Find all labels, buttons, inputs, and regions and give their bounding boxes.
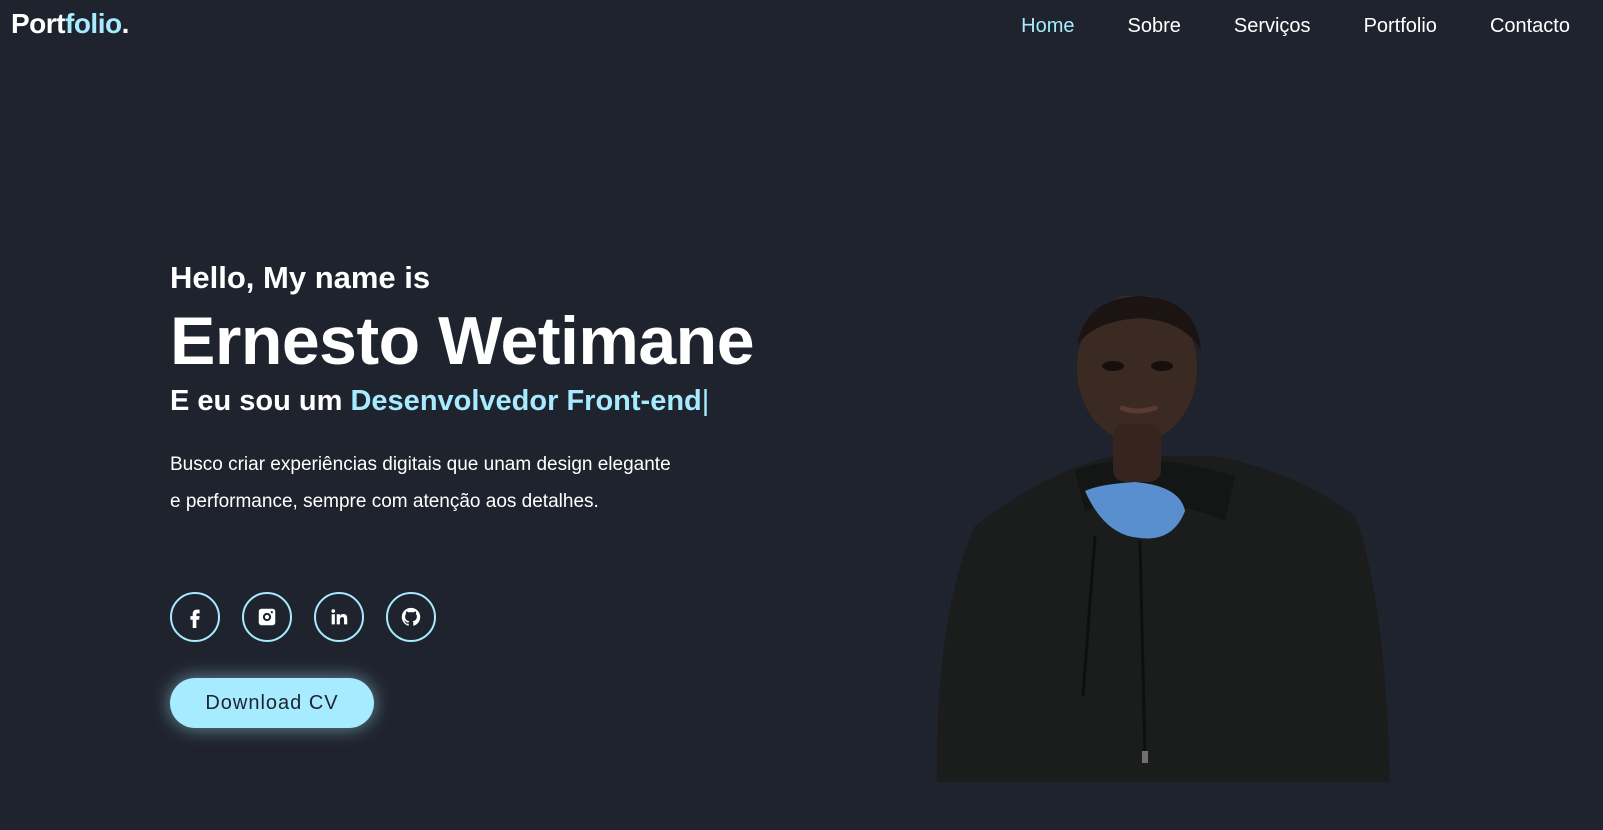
github-link[interactable] xyxy=(386,592,436,642)
description-line-2: e performance, sempre com atenção aos de… xyxy=(170,491,599,512)
nav-item-servicos[interactable]: Serviços xyxy=(1234,13,1311,39)
logo[interactable]: Portfolio. xyxy=(11,8,129,40)
profile-photo xyxy=(936,296,1390,782)
main-nav: Home Sobre Serviços Portfolio Contacto xyxy=(968,13,1570,39)
instagram-link[interactable] xyxy=(242,592,292,642)
hero-description: Busco criar experiências digitais que un… xyxy=(170,446,790,520)
hero-text: Hello, My name is Ernesto Wetimane E eu … xyxy=(170,258,790,520)
typing-cursor: | xyxy=(701,385,710,417)
nav-item-contacto[interactable]: Contacto xyxy=(1490,13,1570,39)
role-highlight: Desenvolvedor Front-end xyxy=(350,385,702,417)
nav-item-portfolio[interactable]: Portfolio xyxy=(1364,13,1437,39)
github-icon xyxy=(401,607,421,626)
role-prefix: E eu sou um xyxy=(170,385,343,417)
nav-item-home[interactable]: Home xyxy=(1021,13,1074,39)
hero-role: E eu sou um Desenvolvedor Front-end| xyxy=(170,382,790,420)
logo-dot: . xyxy=(121,8,130,39)
linkedin-link[interactable] xyxy=(314,592,364,642)
nav-item-sobre[interactable]: Sobre xyxy=(1127,13,1180,39)
social-links xyxy=(170,592,458,642)
hero-name: Ernesto Wetimane xyxy=(170,303,755,379)
logo-main: Port xyxy=(11,8,66,39)
linkedin-icon xyxy=(331,609,348,625)
site-header: Portfolio. Home Sobre Serviços Portfolio… xyxy=(0,0,1603,54)
download-cv-button[interactable]: Download CV xyxy=(170,678,374,728)
facebook-link[interactable] xyxy=(170,592,220,642)
description-line-1: Busco criar experiências digitais que un… xyxy=(170,454,671,475)
facebook-icon xyxy=(190,609,200,628)
logo-accent: folio xyxy=(65,8,122,39)
instagram-icon xyxy=(258,608,276,626)
greeting: Hello, My name is xyxy=(170,260,431,295)
